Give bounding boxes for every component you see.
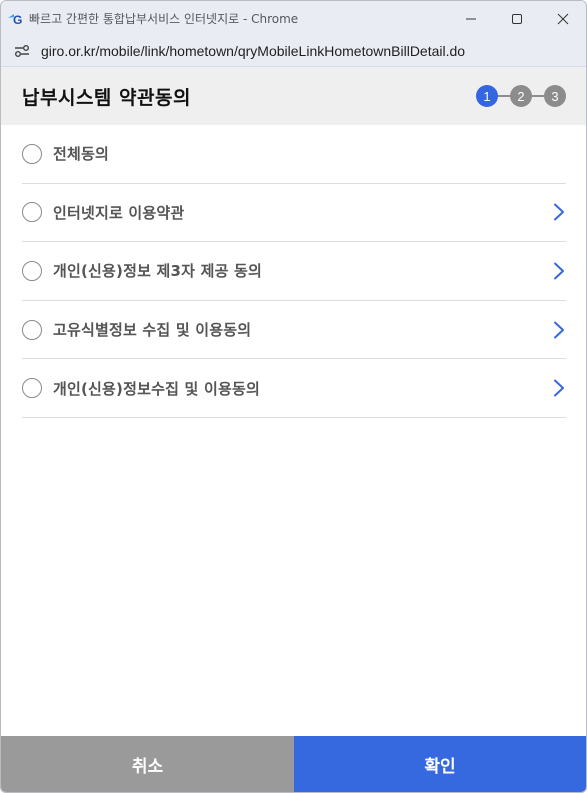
bottom-button-bar: 취소 확인 bbox=[1, 736, 586, 792]
maximize-button[interactable] bbox=[494, 1, 540, 36]
radio-button[interactable] bbox=[22, 143, 42, 164]
step-2: 2 bbox=[510, 85, 532, 107]
giro-logo-icon: G bbox=[7, 11, 25, 27]
site-info-icon[interactable] bbox=[13, 42, 31, 60]
agreement-list: 전체동의 인터넷지로 이용약관 개인(신용)정보 제3자 제공 동의 고유식별정… bbox=[1, 125, 586, 418]
chevron-right-icon[interactable] bbox=[552, 202, 566, 222]
address-bar: giro.or.kr/mobile/link/hometown/qryMobil… bbox=[1, 36, 586, 67]
page-header: 납부시스템 약관동의 1 2 3 bbox=[1, 67, 586, 125]
radio-button[interactable] bbox=[22, 202, 42, 223]
minimize-icon bbox=[466, 18, 476, 19]
window-title: 빠르고 간편한 통합납부서비스 인터넷지로 - Chrome bbox=[29, 12, 299, 26]
url-text[interactable]: giro.or.kr/mobile/link/hometown/qryMobil… bbox=[41, 43, 465, 59]
agreement-label: 개인(신용)정보 제3자 제공 동의 bbox=[53, 262, 263, 281]
minimize-button[interactable] bbox=[448, 1, 494, 36]
agreement-item[interactable]: 고유식별정보 수집 및 이용동의 bbox=[22, 301, 566, 360]
cancel-button[interactable]: 취소 bbox=[1, 736, 294, 792]
step-1: 1 bbox=[476, 85, 498, 107]
step-connector bbox=[532, 95, 544, 97]
agreement-item[interactable]: 개인(신용)정보 제3자 제공 동의 bbox=[22, 242, 566, 301]
radio-button[interactable] bbox=[22, 260, 42, 281]
chevron-right-icon[interactable] bbox=[552, 261, 566, 281]
agreement-item[interactable]: 인터넷지로 이용약관 bbox=[22, 184, 566, 243]
page-title: 납부시스템 약관동의 bbox=[22, 86, 191, 109]
close-icon bbox=[557, 13, 569, 24]
step-connector bbox=[498, 95, 510, 97]
step-indicator: 1 2 3 bbox=[476, 85, 566, 107]
browser-window: G 빠르고 간편한 통합납부서비스 인터넷지로 - Chrome giro.or… bbox=[0, 0, 587, 793]
agreement-label: 개인(신용)정보수집 및 이용동의 bbox=[53, 379, 260, 398]
chevron-right-icon[interactable] bbox=[552, 320, 566, 340]
step-3: 3 bbox=[544, 85, 566, 107]
radio-button[interactable] bbox=[22, 378, 42, 399]
radio-button[interactable] bbox=[22, 319, 42, 340]
agree-all-item[interactable]: 전체동의 bbox=[22, 125, 566, 184]
agreement-label: 인터넷지로 이용약관 bbox=[53, 203, 185, 222]
close-button[interactable] bbox=[540, 1, 586, 36]
title-bar: G 빠르고 간편한 통합납부서비스 인터넷지로 - Chrome bbox=[1, 1, 586, 36]
agreement-label: 고유식별정보 수집 및 이용동의 bbox=[53, 321, 252, 340]
svg-text:G: G bbox=[13, 13, 22, 26]
agreement-label: 전체동의 bbox=[53, 145, 110, 164]
maximize-icon bbox=[512, 13, 522, 24]
confirm-button[interactable]: 확인 bbox=[294, 736, 586, 792]
chevron-right-icon[interactable] bbox=[552, 378, 566, 398]
agreement-item[interactable]: 개인(신용)정보수집 및 이용동의 bbox=[22, 359, 566, 418]
